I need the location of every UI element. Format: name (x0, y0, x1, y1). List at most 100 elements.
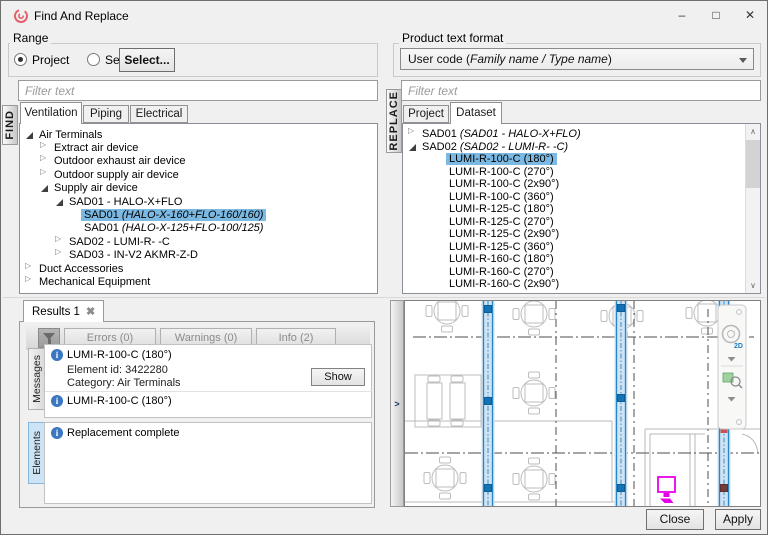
scroll-down-icon[interactable]: ∨ (746, 278, 760, 293)
grid-layer (405, 301, 760, 506)
tree-item[interactable]: LUMI-R-100-C (360°) (403, 191, 760, 204)
expander-icon[interactable] (54, 237, 66, 247)
expander-icon (434, 254, 446, 264)
expander-icon (434, 192, 446, 202)
floor-plan-preview: 2D (405, 301, 760, 506)
tree-item[interactable]: SAD02 - LUMI-R- -C (20, 235, 377, 248)
expander-icon[interactable] (24, 130, 36, 140)
message-title[interactable]: LUMI-R-100-C (180°) (67, 395, 172, 407)
expander-icon[interactable] (39, 170, 51, 180)
tab-dataset[interactable]: Dataset (450, 102, 502, 124)
dark-handle (721, 485, 728, 492)
tab-piping[interactable]: Piping (83, 105, 129, 123)
radio-selection[interactable] (87, 53, 100, 66)
replace-tree: SAD01 (SAD01 - HALO-X+FLO) SAD02 (SAD02 … (402, 123, 761, 294)
tree-item[interactable]: Mechanical Equipment (20, 275, 377, 288)
find-and-replace-dialog: Find And Replace – □ ✕ Range Project Sel… (0, 0, 768, 535)
tree-item[interactable]: LUMI-R-160-C (180°) (403, 253, 760, 266)
scrollbar[interactable]: ∧ ∨ (745, 124, 760, 293)
preview-viewport[interactable]: 2D (404, 300, 761, 507)
tree-item[interactable]: LUMI-R-100-C (2x90°) (403, 178, 760, 191)
tree-item[interactable]: LUMI-R-160-C (270°) (403, 266, 760, 279)
message-detail: Element id: 3422280 (67, 364, 168, 377)
expander-icon (434, 167, 446, 177)
message-divider (45, 391, 373, 392)
tree-item[interactable]: Duct Accessories (20, 262, 377, 275)
expander-icon (434, 204, 446, 214)
select-button[interactable]: Select... (119, 48, 175, 72)
scroll-up-icon[interactable]: ∧ (746, 124, 760, 139)
messages-list: LUMI-R-100-C (180°) Element id: 3422280 … (44, 344, 372, 418)
expander-icon (434, 279, 446, 289)
minimize-button[interactable]: – (665, 1, 699, 30)
tree-item-selected[interactable]: LUMI-R-100-C (180°) (403, 153, 760, 166)
tab-electrical[interactable]: Electrical (130, 105, 188, 123)
results-tab[interactable]: Results 1 ✖ (23, 300, 104, 322)
tab-ventilation[interactable]: Ventilation (20, 102, 82, 124)
tree-item[interactable]: LUMI-R-160-C (2x90°) (403, 278, 760, 291)
tree-item[interactable]: SAD01 (SAD01 - HALO-X+FLO) (403, 128, 760, 141)
expand-chevron-icon: > (394, 399, 399, 409)
replace-filter-input[interactable] (401, 80, 761, 101)
duct-handles (485, 305, 728, 492)
messages-side-tab[interactable]: Messages (28, 348, 45, 410)
find-tree: Air Terminals Extract air device Outdoor… (19, 123, 378, 294)
tree-item[interactable]: LUMI-R-125-C (180°) (403, 203, 760, 216)
info-icon (51, 349, 63, 361)
expander-icon[interactable] (407, 142, 419, 152)
expander-icon[interactable] (24, 264, 36, 274)
expander-icon[interactable] (39, 183, 51, 193)
maximize-button[interactable]: □ (699, 1, 733, 30)
title-bar: Find And Replace – □ ✕ (1, 1, 767, 31)
tree-item[interactable]: SAD01 (HALO-X-125+FLO-100/125) (20, 222, 377, 235)
tree-item[interactable]: Outdoor supply air device (20, 168, 377, 181)
tree-item[interactable]: LUMI-R-125-C (360°) (403, 241, 760, 254)
elements-list: Replacement complete (44, 422, 372, 504)
expander-icon[interactable] (39, 143, 51, 153)
expander-icon[interactable] (407, 129, 419, 139)
close-results-icon[interactable]: ✖ (86, 305, 95, 318)
replace-side-tab[interactable]: REPLACE (386, 89, 402, 153)
tree-item[interactable]: Air Terminals (20, 128, 377, 141)
expander-icon[interactable] (39, 156, 51, 166)
product-text-format-label: Product text format (399, 31, 506, 45)
scrollbar-thumb[interactable] (746, 140, 760, 188)
tree-item[interactable]: Extract air device (20, 141, 377, 154)
radio-project-label[interactable]: Project (32, 53, 69, 67)
tree-item[interactable]: Outdoor exhaust air device (20, 155, 377, 168)
tree-item[interactable]: SAD02 (SAD02 - LUMI-R- -C) (403, 141, 760, 154)
expander-icon (434, 242, 446, 252)
tree-item[interactable]: SAD01 - HALO-X+FLO (20, 195, 377, 208)
radio-project[interactable] (14, 53, 27, 66)
app-logo-icon (13, 8, 29, 24)
message-title[interactable]: LUMI-R-100-C (180°) (67, 349, 172, 361)
close-window-button[interactable]: ✕ (733, 1, 767, 30)
element-message-title[interactable]: Replacement complete (67, 427, 180, 439)
expander-icon[interactable] (54, 250, 66, 260)
results-tab-label: Results 1 (32, 306, 80, 318)
tree-item[interactable]: Supply air device (20, 182, 377, 195)
expander-icon (434, 154, 446, 164)
range-group-label: Range (10, 31, 51, 45)
tree-item[interactable]: LUMI-R-100-C (270°) (403, 166, 760, 179)
find-filter-input[interactable] (18, 80, 378, 101)
apply-button[interactable]: Apply (715, 509, 761, 530)
preview-splitter[interactable]: > (390, 300, 404, 507)
tree-item[interactable]: LUMI-R-125-C (270°) (403, 216, 760, 229)
expander-icon (434, 229, 446, 239)
product-text-format-combobox[interactable]: User code (Family name / Type name) (400, 48, 754, 70)
panel-separator (3, 297, 765, 298)
expander-icon (434, 217, 446, 227)
tree-item[interactable]: SAD03 - IN-V2 AKMR-Z-D (20, 249, 377, 262)
tree-item[interactable]: LUMI-R-125-C (2x90°) (403, 228, 760, 241)
expander-icon[interactable] (54, 197, 66, 207)
expander-icon (434, 267, 446, 277)
show-button[interactable]: Show (311, 368, 365, 386)
elements-side-tab[interactable]: Elements (28, 422, 45, 484)
close-button[interactable]: Close (646, 509, 704, 530)
find-side-tab[interactable]: FIND (2, 105, 18, 145)
tree-item-selected[interactable]: SAD01 (HALO-X-160+FLO-160/160) (20, 208, 377, 221)
tab-project[interactable]: Project (403, 105, 449, 123)
expander-icon[interactable] (24, 277, 36, 287)
nav-2d-label: 2D (734, 343, 743, 350)
